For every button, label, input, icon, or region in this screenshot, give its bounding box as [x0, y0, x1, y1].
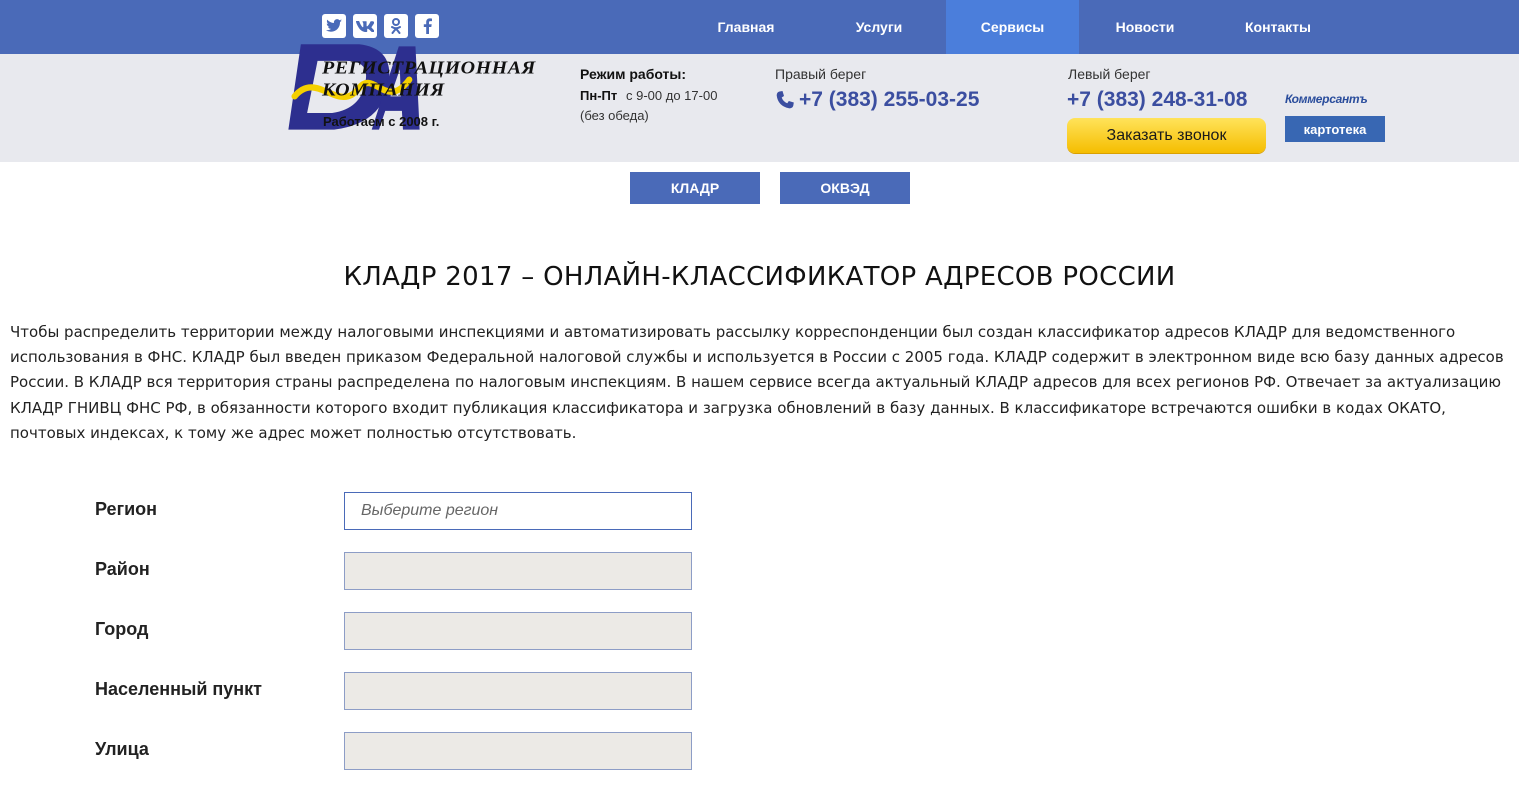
left-bank-phone[interactable]: +7 (383) 248-31-08	[1067, 88, 1247, 112]
left-bank-label: Левый берег	[1068, 66, 1151, 82]
right-bank-phone[interactable]: +7 (383) 255-03-25	[799, 88, 979, 112]
tab-okved[interactable]: ОКВЭД	[780, 172, 910, 204]
kommersant-label[interactable]: Коммерсантъ	[1285, 92, 1368, 106]
district-input[interactable]	[344, 552, 692, 590]
callback-button[interactable]: Заказать звонок	[1067, 118, 1266, 153]
kartoteka-label[interactable]: картотека	[1285, 116, 1385, 142]
page-description: Чтобы распределить территории между нало…	[10, 323, 1504, 442]
region-label: Регион	[95, 499, 157, 519]
brand-name-line1: РЕГИСТРАЦИОННАЯ	[322, 58, 536, 78]
nav-home[interactable]: Главная	[704, 0, 788, 54]
nav-news[interactable]: Новости	[1103, 0, 1187, 54]
nav-tools[interactable]: Сервисы	[946, 0, 1079, 54]
city-input[interactable]	[344, 612, 692, 650]
city-label: Город	[95, 619, 149, 639]
odnoklassniki-icon[interactable]	[384, 14, 408, 38]
work-hours-days: Пн-Пт	[580, 88, 618, 103]
right-bank-label: Правый берег	[775, 66, 867, 82]
phone-icon	[776, 91, 794, 109]
twitter-icon[interactable]	[322, 14, 346, 38]
street-input[interactable]	[344, 732, 692, 770]
brand-since: Работаем с 2008 г.	[323, 114, 440, 129]
settlement-input[interactable]	[344, 672, 692, 710]
facebook-icon[interactable]	[415, 14, 439, 38]
nav-contacts[interactable]: Контакты	[1231, 0, 1325, 54]
brand-name-line2: КОМПАНИЯ	[322, 80, 445, 100]
work-hours-time: с 9-00 до 17-00	[626, 88, 718, 103]
region-input[interactable]	[344, 492, 692, 530]
settlement-label: Населенный пункт	[95, 679, 263, 699]
tab-kladr[interactable]: КЛАДР	[630, 172, 760, 204]
page-title: КЛАДР 2017 – ОНЛАЙН-КЛАССИФИКАТОР АДРЕСО…	[343, 262, 1176, 292]
nav-services[interactable]: Услуги	[836, 0, 922, 54]
work-hours-title: Режим работы:	[580, 66, 687, 82]
street-label: Улица	[95, 739, 149, 759]
work-hours-note: (без обеда)	[580, 108, 649, 123]
vk-icon[interactable]	[353, 14, 377, 38]
district-label: Район	[95, 559, 150, 579]
